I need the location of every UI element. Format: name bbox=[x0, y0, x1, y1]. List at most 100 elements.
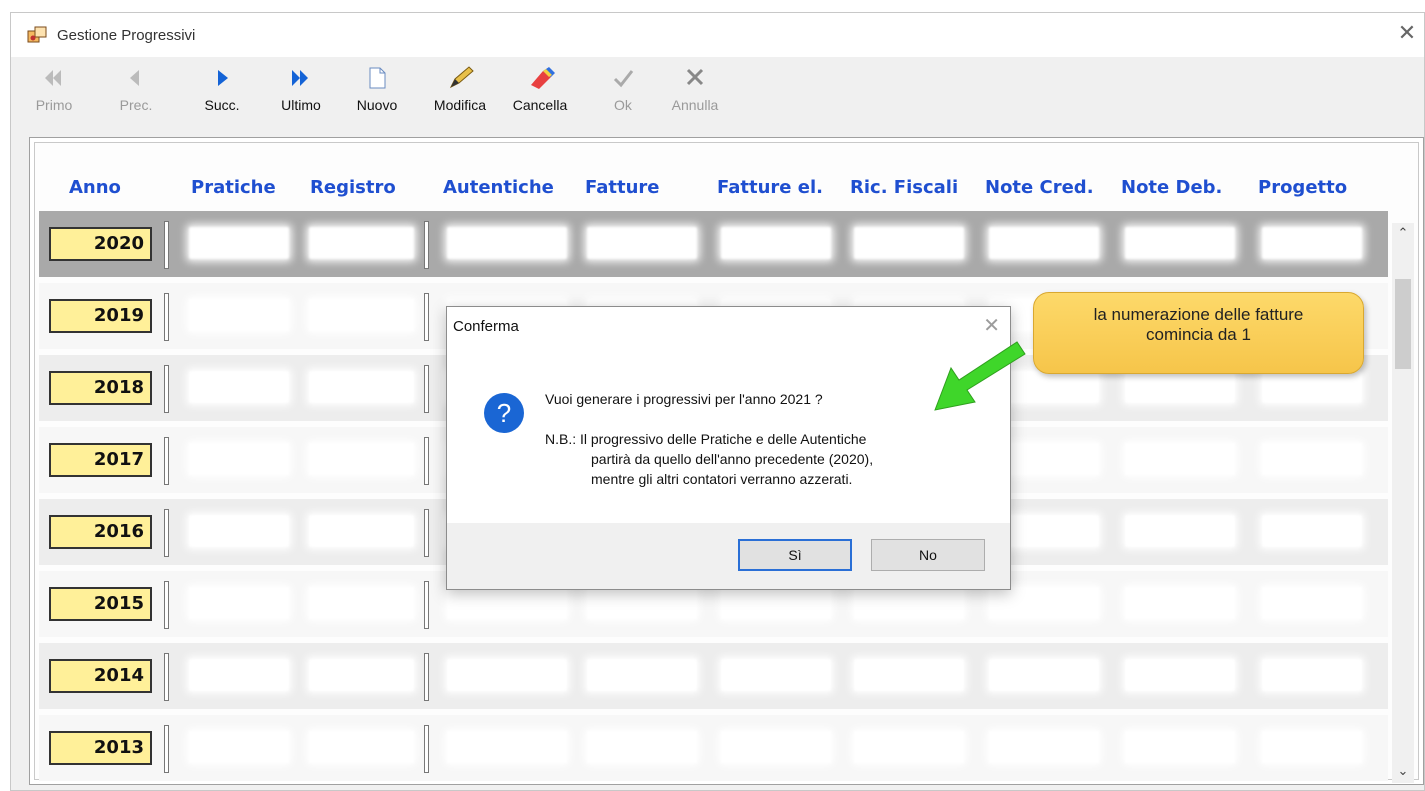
row-separator bbox=[424, 509, 429, 557]
table-row[interactable]: 2020 bbox=[39, 211, 1388, 277]
blurred-value-cell[interactable] bbox=[854, 587, 964, 619]
blurred-value-cell[interactable] bbox=[587, 587, 697, 619]
checkmark-icon bbox=[613, 70, 634, 88]
blurred-value-cell[interactable] bbox=[309, 299, 414, 331]
scroll-thumb[interactable] bbox=[1395, 279, 1411, 369]
col-header-anno: Anno bbox=[69, 177, 121, 198]
dialog-note-line3: mentre gli altri contatori verranno azze… bbox=[591, 471, 853, 487]
blurred-value-cell[interactable] bbox=[1125, 443, 1235, 475]
dialog-note-line1: N.B.: Il progressivo delle Pratiche e de… bbox=[545, 431, 867, 447]
col-header-ric-fiscali: Ric. Fiscali bbox=[850, 177, 959, 198]
blurred-value-cell[interactable] bbox=[1262, 731, 1362, 763]
cancel-label: Annulla bbox=[671, 97, 719, 113]
blurred-value-cell[interactable] bbox=[447, 731, 567, 763]
row-separator bbox=[424, 293, 429, 341]
new-button[interactable]: Nuovo bbox=[349, 63, 405, 123]
blurred-value-cell[interactable] bbox=[1125, 587, 1235, 619]
row-separator bbox=[164, 509, 169, 557]
blurred-value-cell[interactable] bbox=[1125, 731, 1235, 763]
table-row[interactable]: 2013 bbox=[39, 715, 1388, 781]
col-header-autentiche: Autentiche bbox=[443, 177, 554, 198]
first-label: Primo bbox=[35, 97, 73, 113]
blurred-value-cell[interactable] bbox=[1125, 371, 1235, 403]
green-arrow-icon bbox=[934, 341, 1026, 411]
blurred-value-cell[interactable] bbox=[989, 587, 1099, 619]
blurred-value-cell[interactable] bbox=[447, 587, 567, 619]
blurred-value-cell[interactable] bbox=[587, 227, 697, 259]
next-button[interactable]: Succ. bbox=[199, 63, 245, 123]
blurred-value-cell[interactable] bbox=[447, 659, 567, 691]
ok-button[interactable]: Ok bbox=[603, 63, 643, 123]
yes-button[interactable]: Sì bbox=[738, 539, 852, 571]
blurred-value-cell[interactable] bbox=[721, 227, 831, 259]
blurred-value-cell[interactable] bbox=[1262, 659, 1362, 691]
no-button[interactable]: No bbox=[871, 539, 985, 571]
year-cell[interactable]: 2014 bbox=[49, 659, 152, 693]
blurred-value-cell[interactable] bbox=[587, 731, 697, 763]
blurred-value-cell[interactable] bbox=[309, 587, 414, 619]
blurred-value-cell[interactable] bbox=[1262, 371, 1362, 403]
title-bar: Gestione Progressivi ✕ bbox=[11, 13, 1424, 57]
blurred-value-cell[interactable] bbox=[721, 659, 831, 691]
scroll-down-icon[interactable]: ⌄ bbox=[1392, 761, 1414, 783]
blurred-value-cell[interactable] bbox=[1262, 443, 1362, 475]
prev-button[interactable]: Prec. bbox=[113, 63, 159, 123]
table-row[interactable]: 2014 bbox=[39, 643, 1388, 709]
blurred-value-cell[interactable] bbox=[1262, 587, 1362, 619]
blurred-value-cell[interactable] bbox=[1125, 515, 1235, 547]
double-left-arrow-icon bbox=[45, 70, 61, 86]
scroll-up-icon[interactable]: ⌃ bbox=[1392, 223, 1414, 245]
blurred-value-cell[interactable] bbox=[189, 227, 289, 259]
col-header-fatture: Fatture bbox=[585, 177, 660, 198]
blurred-value-cell[interactable] bbox=[309, 731, 414, 763]
blurred-value-cell[interactable] bbox=[309, 227, 414, 259]
year-cell[interactable]: 2019 bbox=[49, 299, 152, 333]
last-button[interactable]: Ultimo bbox=[273, 63, 329, 123]
blurred-value-cell[interactable] bbox=[1262, 227, 1362, 259]
blurred-value-cell[interactable] bbox=[587, 659, 697, 691]
next-label: Succ. bbox=[204, 97, 240, 113]
blurred-value-cell[interactable] bbox=[189, 371, 289, 403]
year-cell[interactable]: 2020 bbox=[49, 227, 152, 261]
blurred-value-cell[interactable] bbox=[854, 659, 964, 691]
blurred-value-cell[interactable] bbox=[309, 659, 414, 691]
first-button[interactable]: Primo bbox=[31, 63, 77, 123]
blurred-value-cell[interactable] bbox=[721, 731, 831, 763]
blurred-value-cell[interactable] bbox=[1125, 227, 1235, 259]
blurred-value-cell[interactable] bbox=[189, 515, 289, 547]
edit-button[interactable]: Modifica bbox=[421, 63, 499, 123]
year-cell[interactable]: 2017 bbox=[49, 443, 152, 477]
col-header-fatture-el: Fatture el. bbox=[717, 177, 823, 198]
new-document-icon bbox=[369, 67, 386, 89]
row-separator bbox=[424, 581, 429, 629]
blurred-value-cell[interactable] bbox=[189, 299, 289, 331]
blurred-value-cell[interactable] bbox=[189, 443, 289, 475]
year-cell[interactable]: 2015 bbox=[49, 587, 152, 621]
blurred-value-cell[interactable] bbox=[189, 731, 289, 763]
year-cell[interactable]: 2018 bbox=[49, 371, 152, 405]
blurred-value-cell[interactable] bbox=[309, 371, 414, 403]
delete-button[interactable]: Cancella bbox=[501, 63, 579, 123]
blurred-value-cell[interactable] bbox=[721, 587, 831, 619]
blurred-value-cell[interactable] bbox=[1262, 515, 1362, 547]
blurred-value-cell[interactable] bbox=[854, 731, 964, 763]
blurred-value-cell[interactable] bbox=[189, 659, 289, 691]
blurred-value-cell[interactable] bbox=[309, 443, 414, 475]
blurred-value-cell[interactable] bbox=[1125, 659, 1235, 691]
blurred-value-cell[interactable] bbox=[989, 659, 1099, 691]
question-icon: ? bbox=[484, 393, 524, 433]
year-cell[interactable]: 2013 bbox=[49, 731, 152, 765]
vertical-scrollbar[interactable]: ⌃ ⌄ bbox=[1392, 223, 1414, 783]
year-cell[interactable]: 2016 bbox=[49, 515, 152, 549]
row-separator bbox=[164, 293, 169, 341]
cancel-button[interactable]: Annulla bbox=[665, 63, 725, 123]
blurred-value-cell[interactable] bbox=[447, 227, 567, 259]
blurred-value-cell[interactable] bbox=[309, 515, 414, 547]
prev-label: Prec. bbox=[119, 97, 153, 113]
window-close-button[interactable]: ✕ bbox=[1394, 21, 1420, 47]
blurred-value-cell[interactable] bbox=[189, 587, 289, 619]
blurred-value-cell[interactable] bbox=[989, 731, 1099, 763]
blurred-value-cell[interactable] bbox=[854, 227, 964, 259]
blurred-value-cell[interactable] bbox=[989, 227, 1099, 259]
row-separator bbox=[424, 221, 429, 269]
